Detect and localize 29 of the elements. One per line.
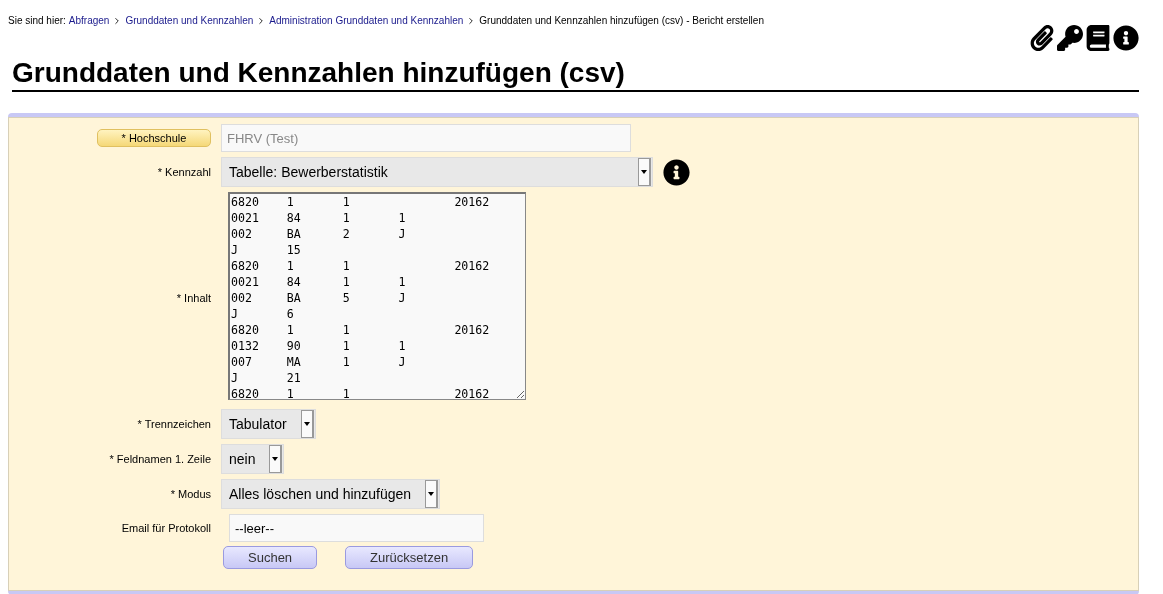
book-icon[interactable] xyxy=(1085,25,1111,51)
breadcrumb-current: Grunddaten und Kennzahlen hinzufügen (csv) - Bericht erstellen xyxy=(479,15,764,26)
field-label: * Feldnamen 1. Zeile xyxy=(109,453,211,465)
caret-icon xyxy=(428,492,435,496)
caret-icon xyxy=(303,422,310,426)
field-label: * Kennzahl xyxy=(157,166,211,178)
caret-icon xyxy=(272,457,279,461)
info-icon[interactable] xyxy=(663,158,690,186)
text-area[interactable]: 6820 1 1 20162 0021 84 1 1 002 BA 2 J J 15 6820 1 1 20162 0021 84 1 1 002 BA 5 J J 6 6820 1 1 20162 0132 90 1 1 007 MA 1 J J 21 6820 1 1 20162 xyxy=(228,192,526,400)
key-icon[interactable] xyxy=(1057,25,1083,51)
form-button[interactable]: Suchen xyxy=(223,546,318,569)
dropdown[interactable]: Alles löschen und hinzufügen xyxy=(221,479,441,509)
caret-icon xyxy=(641,170,647,174)
field-label: * Trennzeichen xyxy=(137,418,211,430)
info-icon[interactable] xyxy=(1113,25,1139,51)
field-label: Email für Protokoll xyxy=(121,522,211,534)
dropdown[interactable]: Tabulator xyxy=(221,409,316,439)
dropdown[interactable]: Tabelle: Bewerberstatistik xyxy=(221,157,653,187)
dropdown[interactable]: nein xyxy=(221,444,285,474)
breadcrumb-link[interactable]: Abfragen xyxy=(68,15,110,26)
breadcrumb-link[interactable]: Grunddaten und Kennzahlen xyxy=(125,15,254,26)
paperclip-icon[interactable] xyxy=(1029,25,1055,51)
breadcrumb-link[interactable]: Administration Grunddaten und Kennzahlen xyxy=(269,15,464,26)
form-button[interactable]: Zurücksetzen xyxy=(345,546,474,569)
field-label: * Inhalt xyxy=(176,292,211,304)
text-field[interactable]: --leer-- xyxy=(229,514,484,542)
breadcrumb-label: Sie sind hier: xyxy=(8,15,66,26)
page-title: Grunddaten und Kennzahlen hinzufügen (csv) xyxy=(12,57,1139,92)
field-label: * Modus xyxy=(170,488,211,500)
